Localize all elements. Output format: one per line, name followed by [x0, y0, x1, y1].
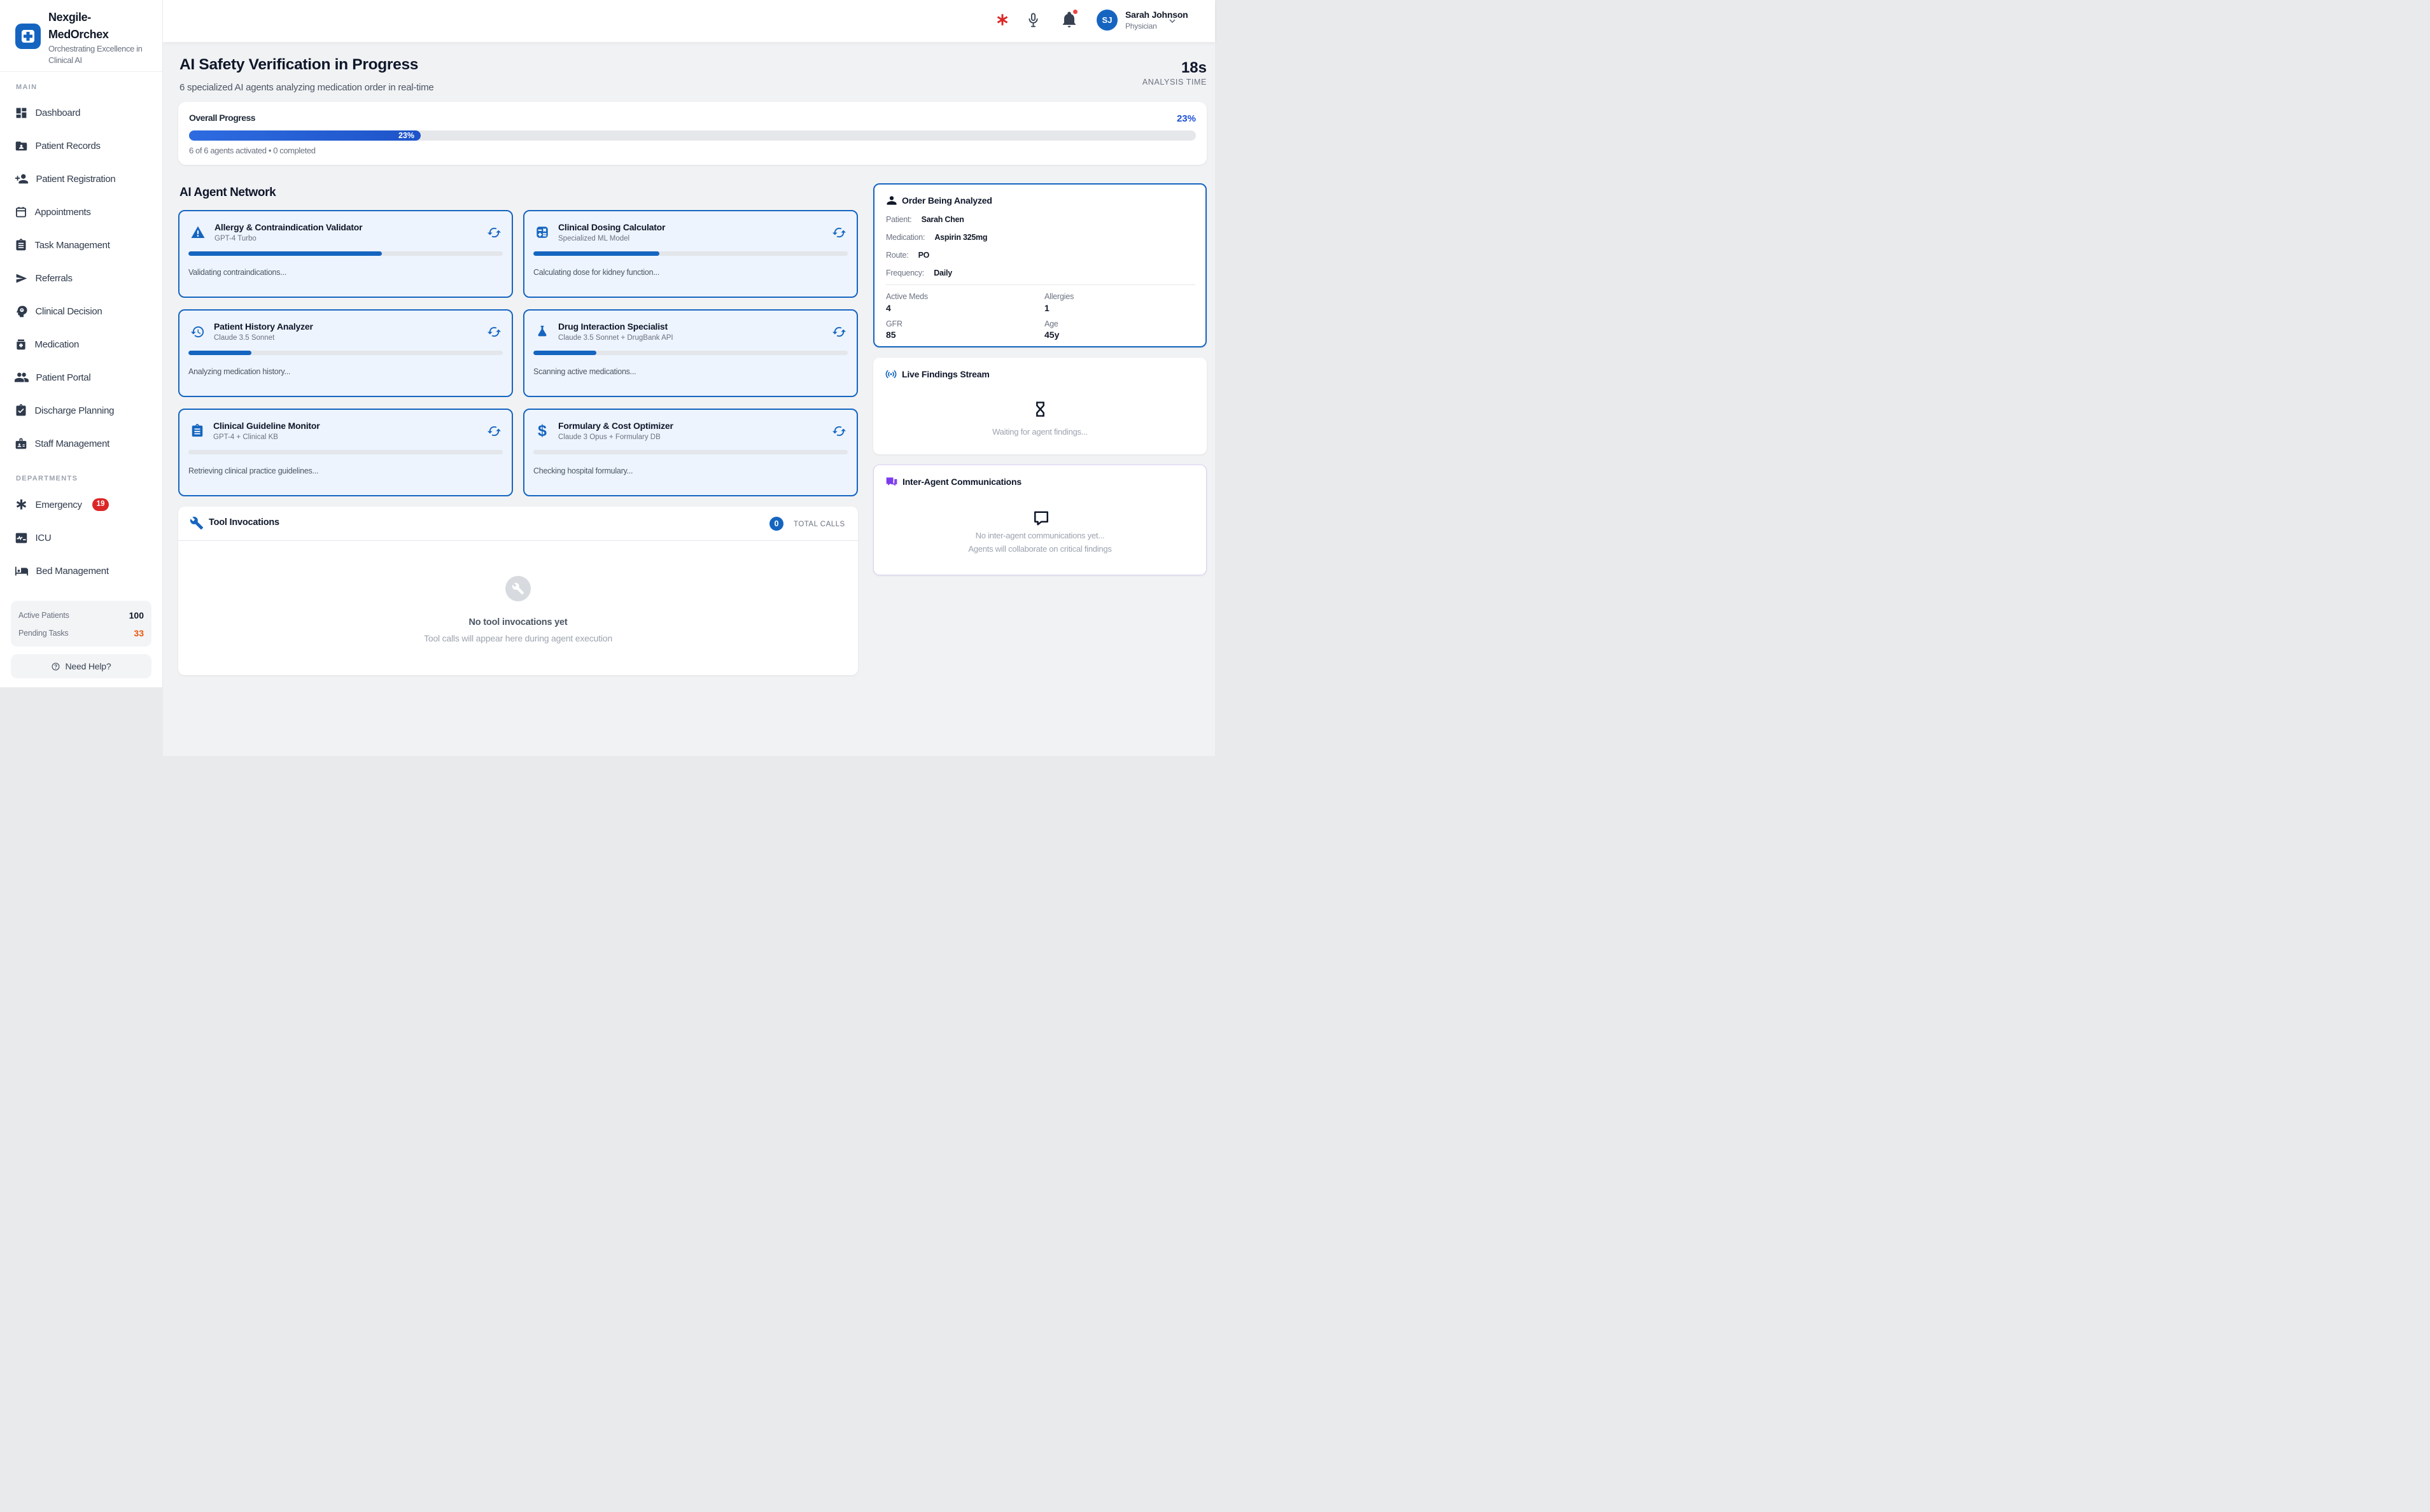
svg-text:$: $ — [538, 423, 547, 439]
